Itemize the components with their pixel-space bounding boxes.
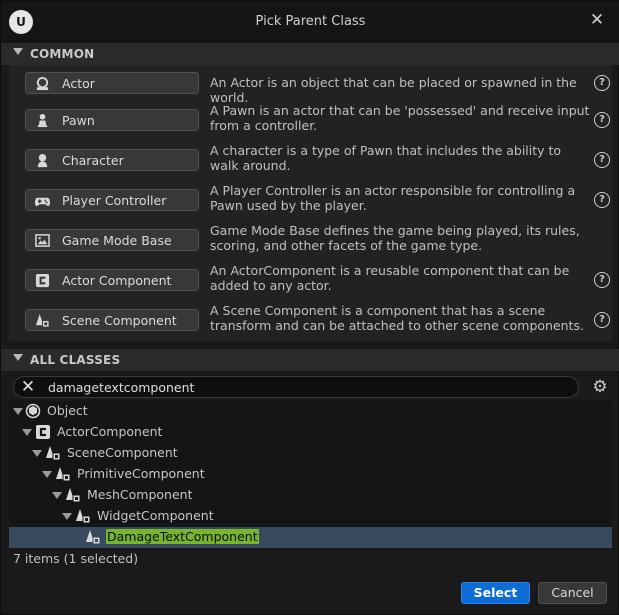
tree-label-primitive-component: PrimitiveComponent [77,466,205,481]
scene-component-class-label: Scene Component [62,313,177,328]
player-controller-class-label: Player Controller [62,193,167,208]
expand-caret-icon[interactable] [13,408,23,415]
title-bar: U Pick Parent Class ✕ [1,1,619,43]
class-search-input[interactable] [48,379,548,396]
collapse-caret-icon[interactable] [13,48,23,55]
pawn-class-label: Pawn [62,113,95,128]
pawn-class-button[interactable]: Pawn [25,109,199,131]
player-controller-description: A Player Controller is an actor responsi… [210,183,576,213]
tree-row-widget-component[interactable]: WidgetComponent [9,506,612,527]
settings-gear-icon[interactable]: ⚙ [591,378,609,396]
tree-label-object: Object [47,403,88,418]
expand-caret-icon[interactable] [42,471,52,478]
actor-component-class-button[interactable]: Actor Component [25,269,199,291]
tree-row-object[interactable]: Object [9,401,612,422]
class-search-row: ✕ ⚙ [9,376,612,400]
expand-caret-icon[interactable] [22,429,32,436]
scene-component-icon [76,509,91,524]
common-row-player-controller: Player Controller A Player Controller is… [17,182,617,218]
class-search-box: ✕ [13,376,579,398]
all-classes-header-label: ALL CLASSES [30,353,121,367]
expand-caret-icon[interactable] [32,450,42,457]
character-class-label: Character [62,153,124,168]
actor-icon [36,76,49,91]
common-row-actor: Actor An Actor is an object that can be … [17,65,617,105]
help-icon[interactable]: ? [594,312,610,328]
class-tree: Object ActorComponent SceneComponent Pri… [9,401,612,548]
common-section-header[interactable]: COMMON [1,43,619,65]
tree-label-actor-component: ActorComponent [57,424,163,439]
pick-parent-class-dialog: U Pick Parent Class ✕ COMMON Actor An Ac… [0,0,619,615]
gamepad-icon [35,197,50,207]
tree-row-scene-component[interactable]: SceneComponent [9,443,612,464]
common-row-actor-component: Actor Component An ActorComponent is a r… [17,262,617,298]
help-icon[interactable]: ? [594,112,610,128]
common-classes-panel: Actor An Actor is an object that can be … [9,65,612,341]
tree-label-damage-text-component: DamageTextComponent [106,529,259,544]
scene-component-icon [35,313,50,328]
expand-caret-icon[interactable] [52,492,62,499]
tree-label-widget-component: WidgetComponent [97,508,214,523]
object-icon [25,403,41,419]
pawn-icon [37,113,48,128]
scene-component-icon [46,446,61,461]
actor-component-class-label: Actor Component [62,273,172,288]
close-icon[interactable]: ✕ [588,11,606,29]
common-row-game-mode-base: Game Mode Base Game Mode Base defines th… [17,222,617,258]
actor-component-icon [36,425,50,439]
help-icon[interactable]: ? [594,192,610,208]
common-row-character: Character A character is a type of Pawn … [17,142,617,178]
actor-class-label: Actor [62,76,95,91]
game-mode-base-description: Game Mode Base defines the game being pl… [210,223,580,253]
help-icon[interactable]: ? [594,75,610,91]
scene-component-icon [56,467,71,482]
tree-row-primitive-component[interactable]: PrimitiveComponent [9,464,612,485]
game-mode-icon [35,234,50,247]
game-mode-base-class-label: Game Mode Base [62,233,172,248]
collapse-caret-icon[interactable] [13,354,23,361]
scene-component-description: A Scene Component is a component that ha… [210,303,584,333]
tree-label-mesh-component: MeshComponent [87,487,193,502]
clear-search-icon[interactable]: ✕ [20,379,36,396]
actor-component-description: An ActorComponent is a reusable componen… [210,263,570,293]
item-count-status: 7 items (1 selected) [13,551,139,566]
actor-component-icon [35,273,50,288]
common-header-label: COMMON [30,47,95,61]
actor-description: An Actor is an object that can be placed… [210,75,577,105]
player-controller-class-button[interactable]: Player Controller [25,189,199,211]
tree-row-damage-text-component[interactable]: DamageTextComponent [9,527,612,548]
help-icon[interactable]: ? [594,272,610,288]
scene-component-class-button[interactable]: Scene Component [25,309,199,331]
expand-caret-icon[interactable] [62,513,72,520]
cancel-button[interactable]: Cancel [538,582,607,604]
tree-label-scene-component: SceneComponent [67,445,178,460]
common-row-pawn: Pawn A Pawn is an actor that can be 'pos… [17,102,617,138]
pawn-description: A Pawn is an actor that can be 'possesse… [210,103,590,133]
help-icon[interactable]: ? [594,152,610,168]
game-mode-base-class-button[interactable]: Game Mode Base [25,229,199,251]
common-row-scene-component: Scene Component A Scene Component is a c… [17,302,617,338]
tree-row-actor-component[interactable]: ActorComponent [9,422,612,443]
character-description: A character is a type of Pawn that inclu… [210,143,562,173]
all-classes-section-header[interactable]: ALL CLASSES [1,349,619,371]
select-button[interactable]: Select [461,582,530,604]
character-icon [37,153,48,168]
scene-component-icon [66,488,81,503]
actor-class-button[interactable]: Actor [25,72,199,94]
scene-component-icon [86,530,101,545]
character-class-button[interactable]: Character [25,149,199,171]
tree-row-mesh-component[interactable]: MeshComponent [9,485,612,506]
dialog-title: Pick Parent Class [255,14,366,29]
